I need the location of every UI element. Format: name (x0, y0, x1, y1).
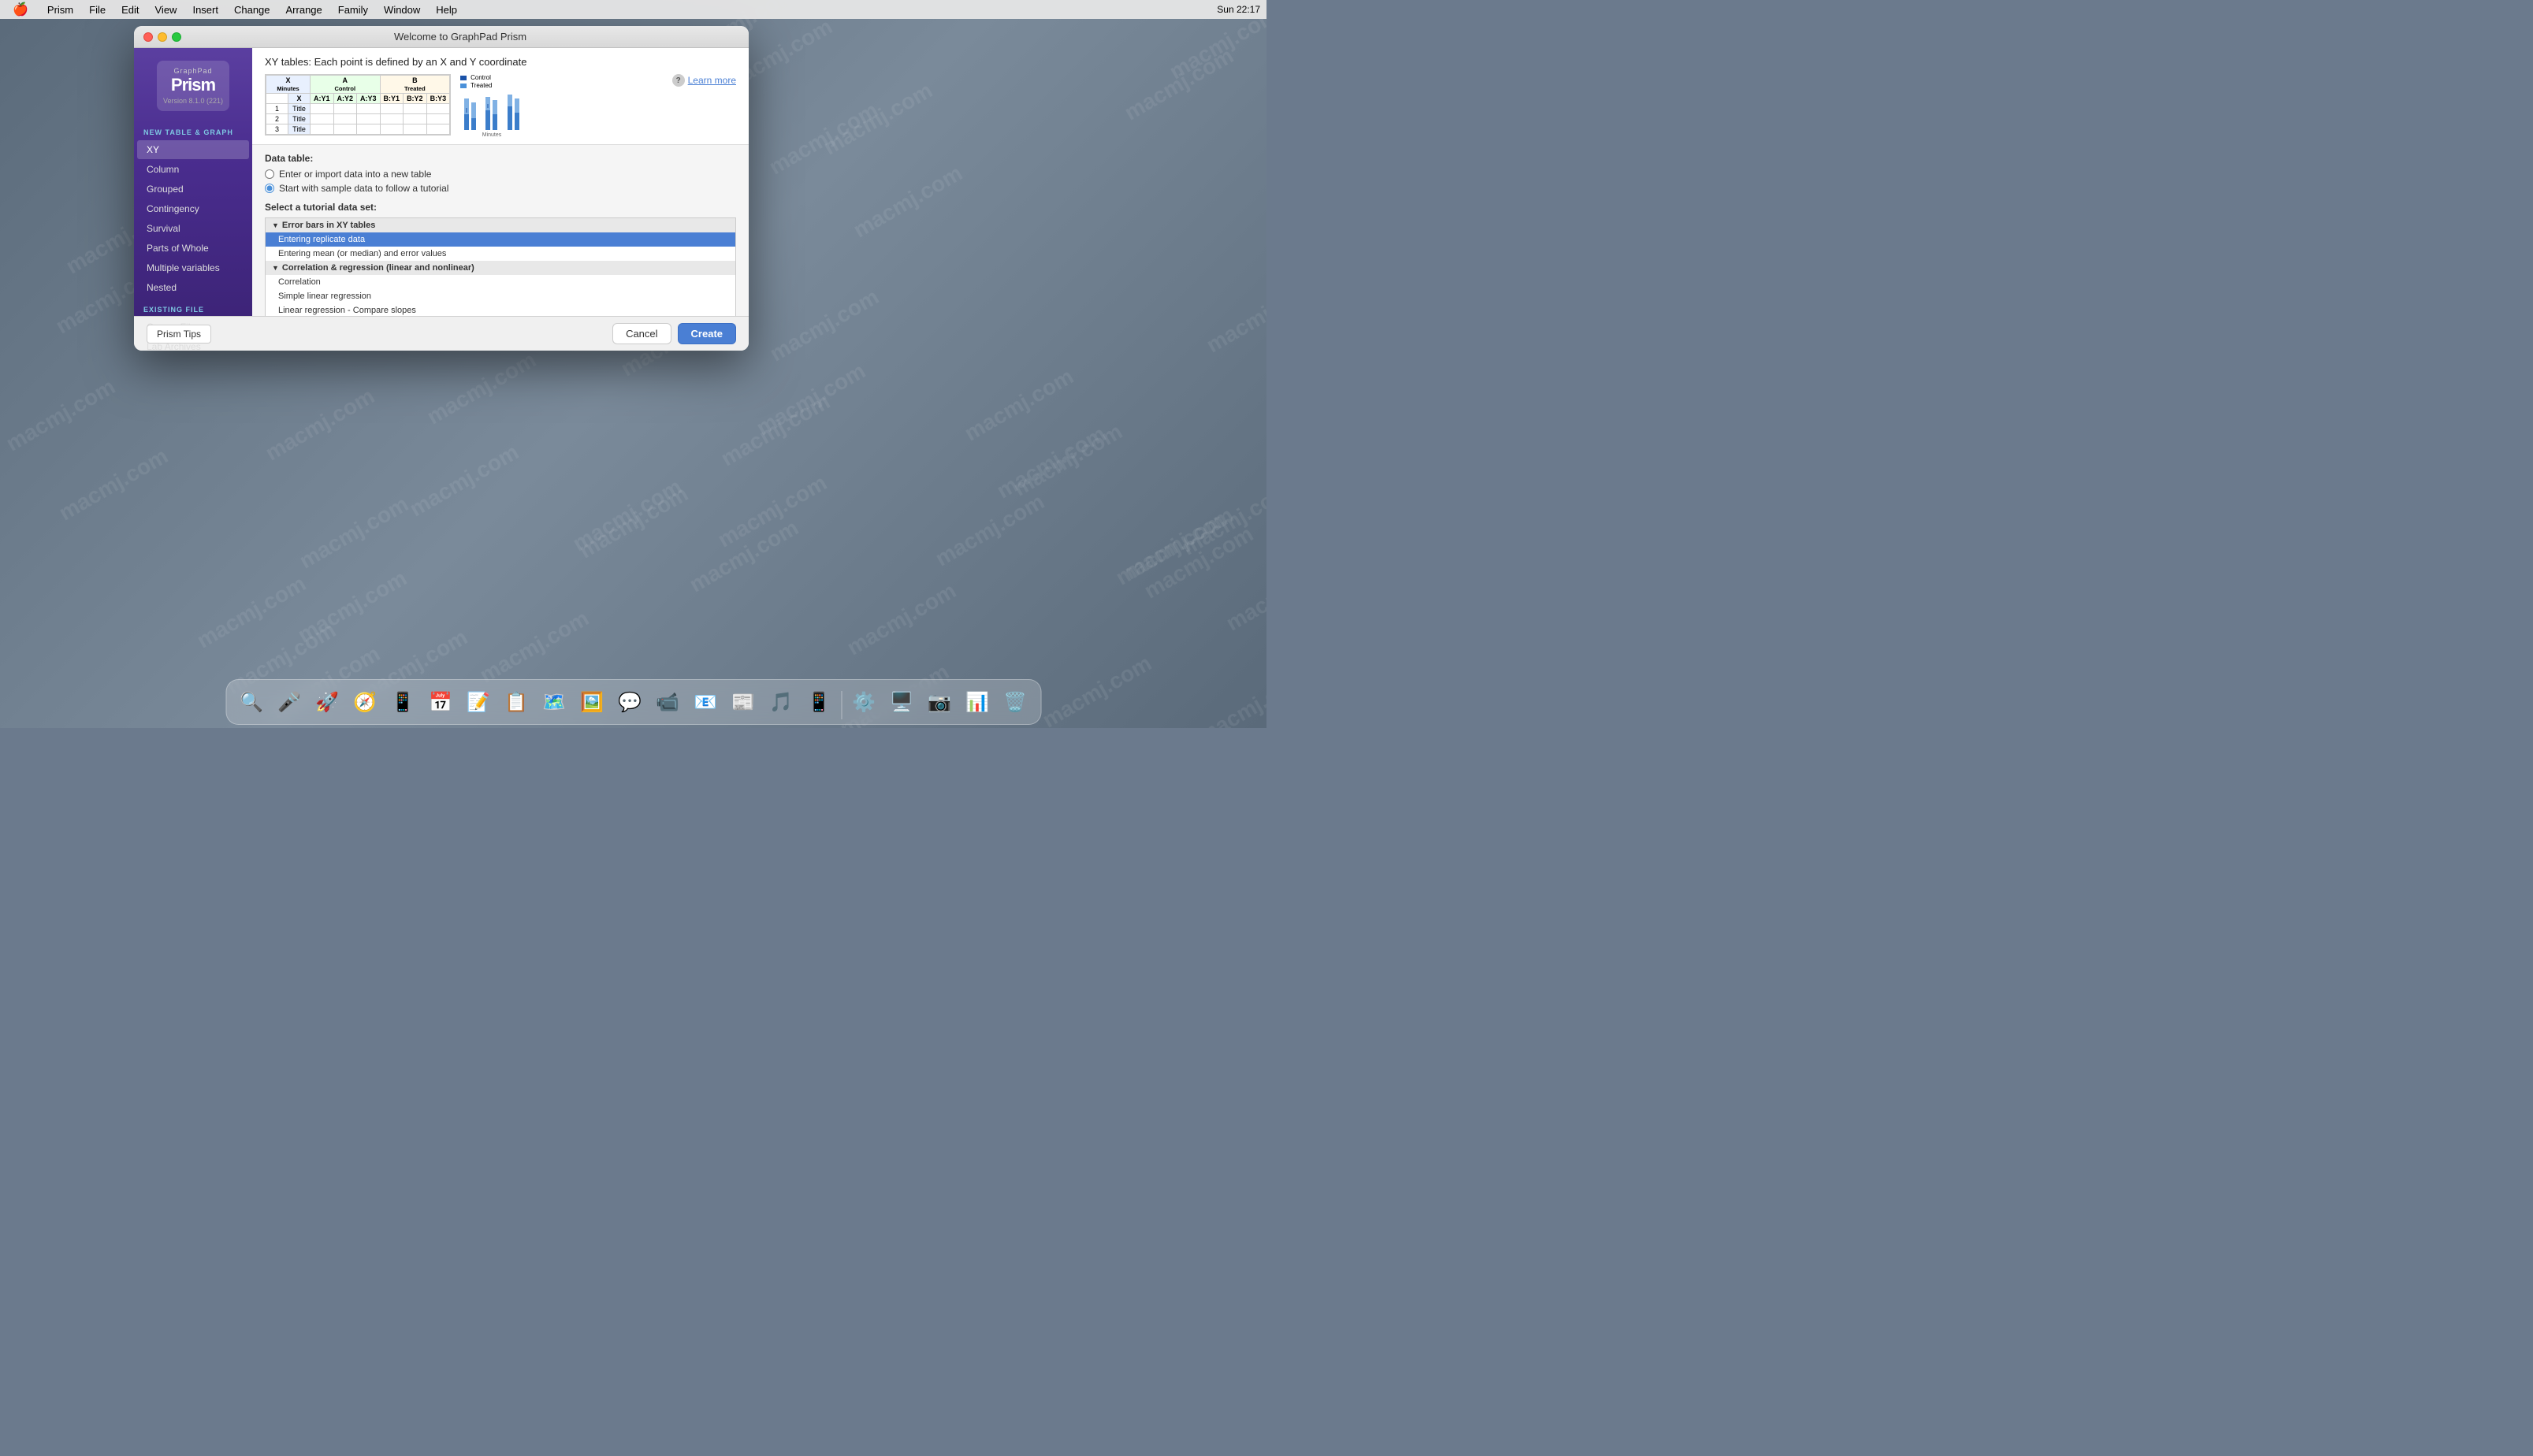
dock-launchpad[interactable]: 🚀 (310, 685, 344, 719)
dock-grapher[interactable]: 📊 (960, 685, 995, 719)
menu-help[interactable]: Help (430, 2, 463, 17)
sidebar-item-grouped[interactable]: Grouped (137, 180, 249, 199)
dock-safari[interactable]: 🧭 (348, 685, 382, 719)
preview-area: XMinutes AControl BTreated X A:Y1 A:Y2 (265, 74, 736, 138)
menu-file[interactable]: File (83, 2, 112, 17)
dock-screencapture[interactable]: 📷 (922, 685, 957, 719)
dock-notes[interactable]: 📝 (461, 685, 496, 719)
dock-terminal[interactable]: 🖥️ (884, 685, 919, 719)
data-table-section: Data table: Enter or import data into a … (252, 145, 749, 202)
new-table-section-label: NEW TABLE & GRAPH (134, 121, 252, 139)
footer-buttons: Cancel Create (612, 323, 736, 344)
learn-more-link[interactable]: Learn more (688, 75, 736, 86)
close-button[interactable] (143, 32, 153, 42)
create-button[interactable]: Create (678, 323, 736, 344)
tutorial-item-entering-replicate[interactable]: Entering replicate data (266, 232, 735, 247)
svg-text:Minutes: Minutes (482, 132, 502, 138)
category-correlation: ▼ Correlation & regression (linear and n… (266, 261, 735, 275)
content-header: XY tables: Each point is defined by an X… (252, 48, 749, 145)
minimize-button[interactable] (158, 32, 167, 42)
radio-option-2-label: Start with sample data to follow a tutor… (279, 183, 448, 194)
legend-treated: Treated (460, 82, 531, 89)
dock-news[interactable]: 📰 (726, 685, 761, 719)
sidebar-item-multiple-variables[interactable]: Multiple variables (137, 258, 249, 277)
table-preview: XMinutes AControl BTreated X A:Y1 A:Y2 (265, 74, 451, 136)
data-table-label: Data table: (265, 153, 736, 164)
data-table-options: Enter or import data into a new table St… (265, 169, 736, 194)
menu-window[interactable]: Window (378, 2, 426, 17)
tutorial-select-label: Select a tutorial data set: (265, 202, 736, 213)
content-title: XY tables: Each point is defined by an X… (265, 56, 736, 68)
menu-insert[interactable]: Insert (186, 2, 225, 17)
dock-maps[interactable]: 🗺️ (537, 685, 571, 719)
tutorial-item-correlation[interactable]: Correlation (266, 275, 735, 289)
window-controls (143, 32, 181, 42)
sidebar-item-contingency[interactable]: Contingency (137, 199, 249, 218)
dock-messages[interactable]: 💬 (612, 685, 647, 719)
logo-graphpad: GraphPad (163, 67, 223, 75)
chart-preview: Control Treated (460, 74, 531, 138)
dock-music[interactable]: 🎵 (764, 685, 798, 719)
dock-finder[interactable]: 🔍 (234, 685, 269, 719)
category-error-bars-label: Error bars in XY tables (282, 221, 375, 230)
menu-change[interactable]: Change (228, 2, 277, 17)
dock-reminders[interactable]: 📋 (499, 685, 534, 719)
menu-prism[interactable]: Prism (41, 2, 80, 17)
sidebar-item-parts-of-whole[interactable]: Parts of Whole (137, 239, 249, 258)
sidebar-item-nested[interactable]: Nested (137, 278, 249, 297)
dock-facetime[interactable]: 📹 (650, 685, 685, 719)
dock-trash[interactable]: 🗑️ (998, 685, 1032, 719)
dialog-titlebar: Welcome to GraphPad Prism (134, 26, 749, 48)
help-icon[interactable]: ? (672, 74, 685, 87)
menu-edit[interactable]: Edit (115, 2, 145, 17)
prism-tips-button[interactable]: Prism Tips (147, 325, 211, 344)
chart-svg: Minutes (460, 91, 531, 138)
existing-file-section-label: EXISTING FILE (134, 298, 252, 317)
dock-system-prefs[interactable]: ⚙️ (846, 685, 881, 719)
menubar: 🍎 Prism File Edit View Insert Change Arr… (0, 0, 1266, 19)
logo-area: GraphPad Prism Version 8.1.0 (221) (134, 48, 252, 121)
logo-version: Version 8.1.0 (221) (163, 97, 223, 105)
sidebar: GraphPad Prism Version 8.1.0 (221) NEW T… (134, 48, 252, 316)
logo-prism: Prism (163, 75, 223, 95)
logo-box: GraphPad Prism Version 8.1.0 (221) (157, 61, 229, 111)
learn-more-area: ? Learn more (672, 74, 736, 87)
dialog-title: Welcome to GraphPad Prism (181, 31, 739, 43)
apple-menu[interactable]: 🍎 (6, 0, 35, 19)
menu-view[interactable]: View (149, 2, 184, 17)
radio-option-2[interactable]: Start with sample data to follow a tutor… (265, 183, 736, 194)
legend-control: Control (460, 74, 531, 81)
dock: 🔍 🎤 🚀 🧭 📱 📅 📝 📋 🗺️ 🖼️ 💬 📹 📧 📰 🎵 📱 ⚙️ 🖥️ … (225, 679, 1041, 725)
tutorial-item-entering-mean[interactable]: Entering mean (or median) and error valu… (266, 247, 735, 261)
sidebar-item-column[interactable]: Column (137, 160, 249, 179)
dialog-body: GraphPad Prism Version 8.1.0 (221) NEW T… (134, 48, 749, 316)
category-error-bars: ▼ Error bars in XY tables (266, 218, 735, 232)
sidebar-item-survival[interactable]: Survival (137, 219, 249, 238)
tutorial-item-linear-compare[interactable]: Linear regression - Compare slopes (266, 303, 735, 316)
menubar-right: Sun 22:17 (1217, 4, 1260, 15)
dock-contacts[interactable]: 📱 (385, 685, 420, 719)
radio-enter[interactable] (265, 169, 274, 179)
radio-sample[interactable] (265, 184, 274, 193)
dock-appstore[interactable]: 📱 (802, 685, 836, 719)
category-correlation-label: Correlation & regression (linear and non… (282, 263, 474, 273)
content-area: XY tables: Each point is defined by an X… (252, 48, 749, 316)
dock-mail[interactable]: 📧 (688, 685, 723, 719)
tutorial-item-simple-linear[interactable]: Simple linear regression (266, 289, 735, 303)
maximize-button[interactable] (172, 32, 181, 42)
radio-option-1-label: Enter or import data into a new table (279, 169, 431, 180)
menu-time: Sun 22:17 (1217, 4, 1260, 15)
menu-arrange[interactable]: Arrange (280, 2, 329, 17)
cancel-button[interactable]: Cancel (612, 323, 671, 344)
radio-option-1[interactable]: Enter or import data into a new table (265, 169, 736, 180)
menu-family[interactable]: Family (332, 2, 374, 17)
tutorial-select-section: Select a tutorial data set: ▼ Error bars… (252, 202, 749, 316)
dock-photos[interactable]: 🖼️ (575, 685, 609, 719)
tutorial-list[interactable]: ▼ Error bars in XY tables Entering repli… (265, 217, 736, 316)
sidebar-item-xy[interactable]: XY (137, 140, 249, 159)
dock-siri[interactable]: 🎤 (272, 685, 307, 719)
welcome-dialog: Welcome to GraphPad Prism GraphPad Prism… (134, 26, 749, 351)
dock-calendar[interactable]: 📅 (423, 685, 458, 719)
dock-divider (841, 691, 842, 719)
